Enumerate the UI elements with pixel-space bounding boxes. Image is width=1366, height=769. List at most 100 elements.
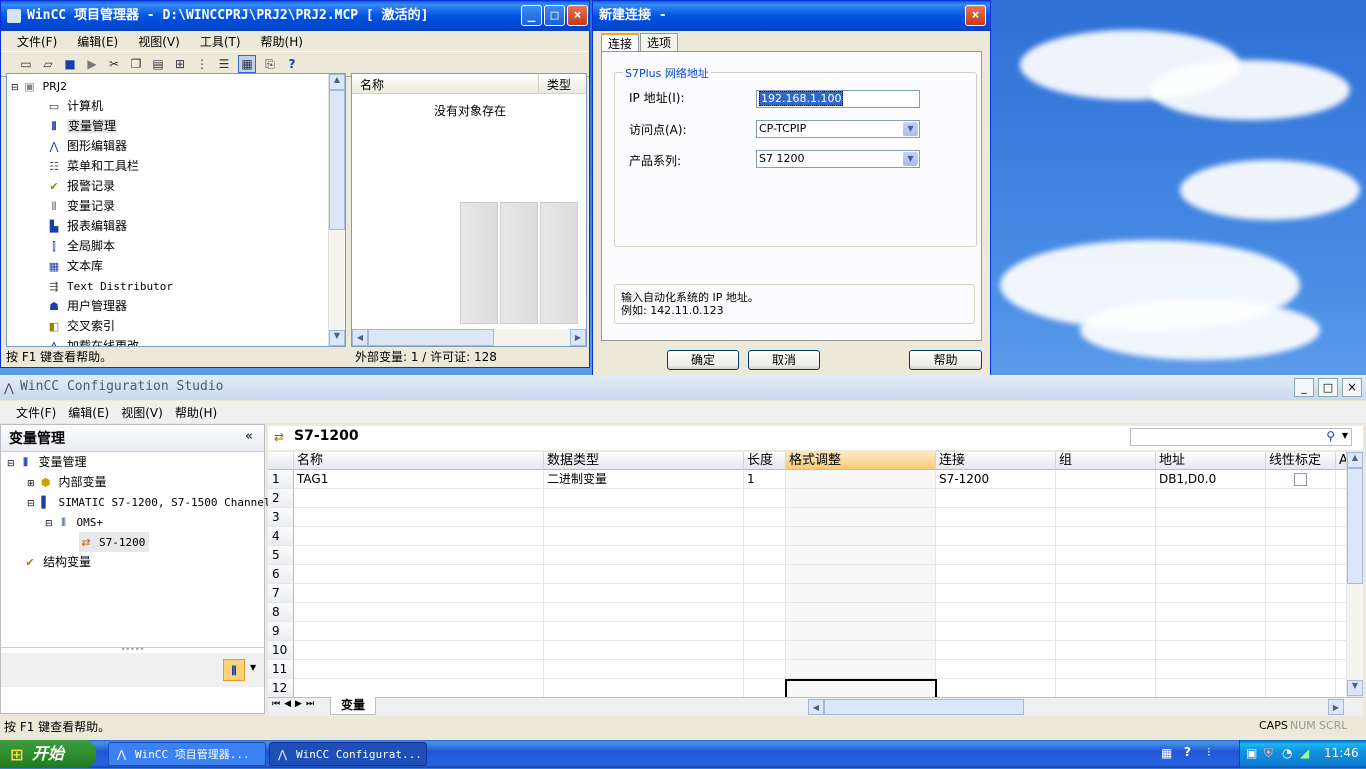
table-cell[interactable] <box>544 508 744 527</box>
table-cell[interactable] <box>1336 565 1347 584</box>
table-cell[interactable] <box>1266 546 1336 565</box>
table-cell[interactable] <box>544 584 744 603</box>
scroll-up-icon[interactable]: ▲ <box>1347 452 1363 468</box>
table-cell[interactable] <box>294 508 544 527</box>
help-button[interactable]: 帮助 <box>909 350 982 370</box>
table-row[interactable]: 3 <box>268 508 1347 527</box>
nav-item-s7-1200[interactable]: ⇄ S7-1200 <box>79 532 150 552</box>
column-header-address[interactable]: 地址 <box>1156 452 1266 470</box>
table-cell[interactable] <box>544 489 744 508</box>
grid-vscrollbar[interactable]: ▲ ▼ <box>1347 452 1363 696</box>
scroll-right-icon[interactable]: ▶ <box>1328 699 1344 715</box>
properties-icon[interactable]: ⎘ <box>262 56 278 72</box>
table-cell[interactable] <box>1336 584 1347 603</box>
table-cell[interactable] <box>544 527 744 546</box>
table-cell[interactable] <box>744 565 786 584</box>
list-view-icon[interactable]: ☰ <box>216 56 232 72</box>
row-number[interactable]: 7 <box>268 584 294 603</box>
row-number[interactable]: 5 <box>268 546 294 565</box>
large-icons-icon[interactable]: ⊞ <box>172 56 188 72</box>
table-cell[interactable] <box>1056 603 1156 622</box>
table-cell[interactable] <box>1336 622 1347 641</box>
row-number[interactable]: 10 <box>268 641 294 660</box>
table-row[interactable]: 6 <box>268 565 1347 584</box>
table-cell[interactable] <box>544 622 744 641</box>
table-cell[interactable] <box>936 660 1056 679</box>
table-cell[interactable] <box>744 546 786 565</box>
row-number[interactable]: 4 <box>268 527 294 546</box>
paste-icon[interactable]: ▤ <box>150 56 166 72</box>
table-row[interactable]: 11 <box>268 660 1347 679</box>
column-type[interactable]: 类型 <box>547 76 571 93</box>
table-cell[interactable]: DB1,D0.0 <box>1156 470 1266 489</box>
help-icon[interactable]: ? <box>284 56 300 72</box>
table-cell[interactable] <box>1056 565 1156 584</box>
maximize-button[interactable]: □ <box>544 5 565 26</box>
table-cell[interactable] <box>1156 565 1266 584</box>
tree-item-menus-toolbars[interactable]: ☷ 菜单和工具栏 <box>47 156 139 176</box>
table-cell[interactable] <box>786 527 936 546</box>
table-cell[interactable] <box>1266 603 1336 622</box>
table-cell[interactable] <box>544 641 744 660</box>
chevron-down-icon[interactable]: ▼ <box>903 122 918 136</box>
table-row[interactable]: 4 <box>268 527 1347 546</box>
close-button[interactable]: × <box>567 5 588 26</box>
table-cell[interactable] <box>1336 546 1347 565</box>
volume-icon[interactable]: ◢ <box>1300 746 1309 760</box>
table-cell[interactable] <box>936 622 1056 641</box>
taskbar-item-config-studio[interactable]: ⋀ WinCC Configurat... <box>269 742 427 766</box>
table-cell[interactable] <box>1266 565 1336 584</box>
table-cell[interactable] <box>1056 508 1156 527</box>
table-cell[interactable] <box>1266 660 1336 679</box>
list-hscrollbar[interactable]: ◀ ▶ <box>352 329 586 346</box>
table-cell[interactable] <box>1266 622 1336 641</box>
table-row[interactable]: 9 <box>268 622 1347 641</box>
table-cell[interactable] <box>744 489 786 508</box>
stop-icon[interactable]: ■ <box>62 56 78 72</box>
project-manager-titlebar[interactable]: WinCC 项目管理器 - D:\WINCCPRJ\PRJ2\PRJ2.MCP … <box>1 1 589 31</box>
table-cell[interactable] <box>294 546 544 565</box>
table-cell[interactable] <box>1056 470 1156 489</box>
chevron-down-icon[interactable]: ▼ <box>903 152 918 166</box>
tab-options[interactable]: 选项 <box>640 33 679 52</box>
table-cell[interactable] <box>744 622 786 641</box>
table-cell[interactable] <box>936 603 1056 622</box>
scroll-thumb[interactable] <box>1347 468 1363 584</box>
column-header-group[interactable]: 组 <box>1056 452 1156 470</box>
table-cell[interactable] <box>544 565 744 584</box>
tree-item-global-script[interactable]: ⫿ 全局脚本 <box>47 236 115 256</box>
table-cell[interactable] <box>1056 584 1156 603</box>
close-button[interactable]: × <box>1342 378 1362 397</box>
table-cell[interactable] <box>1336 508 1347 527</box>
column-header-linear-scaling[interactable]: 线性标定 <box>1266 452 1336 470</box>
menu-file[interactable]: 文件(F) <box>17 33 57 50</box>
tree-item-load-online-changes[interactable]: ⋀ 加载在线更改 <box>47 336 139 346</box>
table-cell[interactable] <box>1156 508 1266 527</box>
scroll-thumb[interactable] <box>368 329 494 346</box>
table-cell[interactable] <box>786 603 936 622</box>
table-cell[interactable] <box>294 603 544 622</box>
search-icon[interactable]: ⚲ <box>1326 429 1335 443</box>
table-cell[interactable]: 二进制变量 <box>544 470 744 489</box>
table-cell[interactable] <box>936 679 1056 698</box>
tree-item-computer[interactable]: ▭ 计算机 <box>47 96 103 116</box>
row-number[interactable]: 9 <box>268 622 294 641</box>
table-row[interactable]: 10 <box>268 641 1347 660</box>
scroll-right-icon[interactable]: ▶ <box>570 329 586 346</box>
table-cell[interactable] <box>936 565 1056 584</box>
cut-icon[interactable]: ✂ <box>106 56 122 72</box>
table-cell[interactable] <box>294 489 544 508</box>
table-cell[interactable] <box>744 679 786 698</box>
tree-item-alarm-logging[interactable]: ✔ 报警记录 <box>47 176 115 196</box>
tree-item-text-library[interactable]: ▦ 文本库 <box>47 256 103 276</box>
table-cell[interactable] <box>1156 641 1266 660</box>
menu-view[interactable]: 视图(V) <box>121 404 163 421</box>
table-cell[interactable] <box>294 660 544 679</box>
row-number[interactable]: 1 <box>268 470 294 489</box>
menu-tools[interactable]: 工具(T) <box>200 33 241 50</box>
table-row[interactable]: 7 <box>268 584 1347 603</box>
table-cell[interactable] <box>1266 641 1336 660</box>
small-icons-icon[interactable]: ⋮ <box>194 56 210 72</box>
open-icon[interactable]: ▱ <box>40 56 56 72</box>
table-cell[interactable] <box>1056 546 1156 565</box>
